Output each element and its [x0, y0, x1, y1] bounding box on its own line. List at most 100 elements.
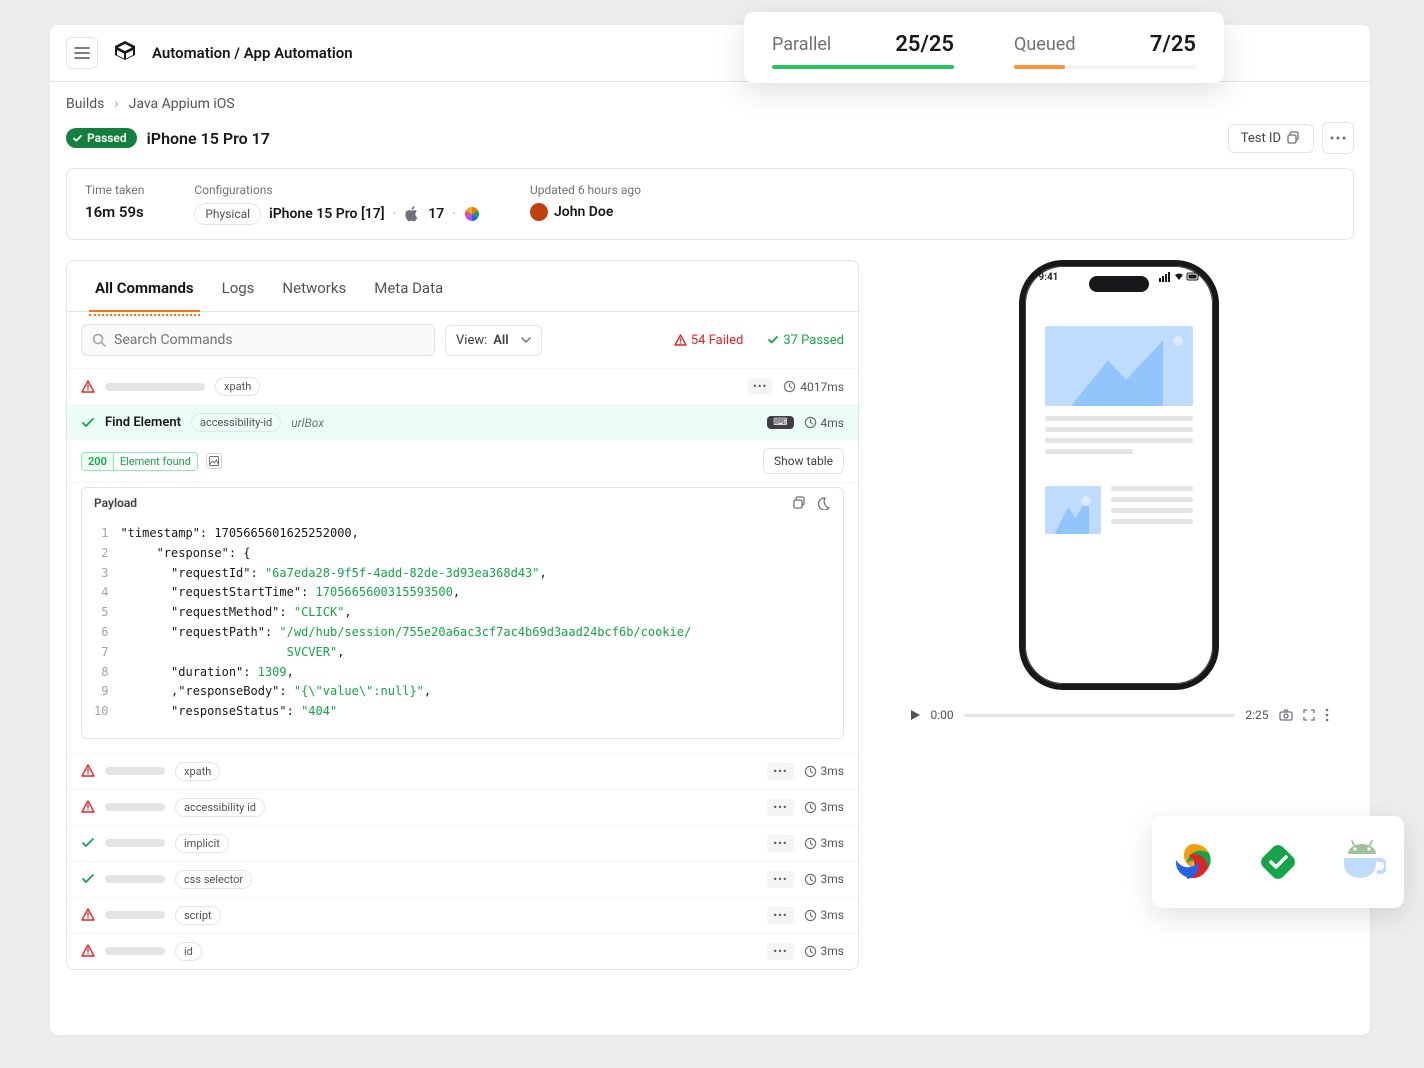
updated-label: Updated 6 hours ago: [530, 183, 641, 197]
command-row[interactable]: css selector ••• 3ms: [67, 861, 858, 897]
clock-icon: [783, 380, 796, 393]
locator-tag: script: [175, 906, 221, 925]
parallel-bar: [772, 65, 954, 69]
row-more-button[interactable]: •••: [767, 835, 793, 852]
keyboard-icon: ⌨: [767, 416, 793, 429]
locator-tag: accessibility id: [175, 798, 265, 817]
command-row[interactable]: accessibility id•••3ms: [67, 789, 858, 825]
tab-all-commands[interactable]: All Commands: [81, 261, 208, 311]
blurred-text: [105, 947, 165, 955]
locator-tag: xpath: [175, 762, 220, 781]
theme-button[interactable]: [817, 496, 831, 510]
breadcrumb: Builds › Java Appium iOS: [66, 96, 1354, 112]
row-more-button[interactable]: •••: [767, 943, 793, 960]
failed-count: 54 Failed: [674, 333, 743, 348]
row-more-button[interactable]: •••: [767, 763, 793, 780]
blurred-text: [105, 803, 165, 811]
locator-tag: accessibility-id: [191, 413, 281, 432]
image-icon[interactable]: [206, 453, 222, 469]
row-time: 3ms: [804, 872, 844, 886]
camera-icon: [1279, 709, 1293, 721]
ellipsis-vertical-icon: [1325, 708, 1329, 722]
locator-value: urlBox: [291, 416, 324, 430]
tab-metadata[interactable]: Meta Data: [360, 261, 457, 311]
command-row[interactable]: xpath•••3ms: [67, 753, 858, 789]
play-icon: [909, 709, 921, 721]
clock-icon: [804, 801, 817, 814]
user-row: John Doe: [530, 203, 641, 221]
command-row-expanded[interactable]: Find Element accessibility-id urlBox ⌨ 4…: [67, 404, 858, 440]
tab-logs[interactable]: Logs: [208, 261, 269, 311]
check-icon: [81, 872, 95, 886]
ellipsis-icon: [1330, 136, 1346, 140]
tab-networks[interactable]: Networks: [268, 261, 360, 311]
breadcrumb-root[interactable]: Builds: [66, 96, 104, 112]
copy-icon: [793, 496, 807, 510]
clock-icon: [804, 909, 817, 922]
warning-icon: [81, 764, 95, 778]
chevron-down-icon: [521, 337, 531, 343]
tool-android[interactable]: [1337, 837, 1387, 887]
config-device: iPhone 15 Pro [17]: [269, 206, 385, 222]
config-os: 17: [428, 206, 444, 222]
menu-button[interactable]: [66, 37, 98, 69]
video-more-button[interactable]: [1325, 708, 1329, 722]
row-more-button[interactable]: •••: [747, 378, 773, 395]
queued-bar: [1014, 65, 1065, 69]
locator-tag: css selector: [175, 870, 252, 889]
moon-icon: [817, 496, 831, 510]
blurred-text: [105, 383, 205, 391]
time-taken-label: Time taken: [85, 183, 144, 197]
title-row: Passed iPhone 15 Pro 17 Test ID: [66, 122, 1354, 154]
show-table-button[interactable]: Show table: [763, 448, 844, 474]
warning-icon: [81, 380, 95, 394]
tool-appium[interactable]: [1169, 837, 1219, 887]
info-card: Time taken 16m 59s Configurations Physic…: [66, 168, 1354, 240]
phone-notch: [1089, 276, 1149, 292]
tabs: All Commands Logs Networks Meta Data: [67, 261, 858, 312]
placeholder-image: [1045, 326, 1193, 406]
color-wheel-icon: [464, 206, 480, 222]
subheader: Builds › Java Appium iOS Passed iPhone 1…: [50, 82, 1370, 154]
payload-title: Payload: [94, 496, 137, 510]
row-more-button[interactable]: •••: [767, 799, 793, 816]
command-row[interactable]: implicit•••3ms: [67, 825, 858, 861]
command-row[interactable]: xpath ••• 4017ms: [67, 368, 858, 404]
apple-icon: [404, 206, 420, 222]
check-icon: [72, 133, 83, 144]
avatar: [530, 203, 548, 221]
search-icon: [92, 333, 106, 347]
physical-pill: Physical: [194, 203, 261, 225]
blurred-text: [105, 767, 165, 775]
chevron-right-icon: ›: [114, 96, 118, 112]
tool-check[interactable]: [1253, 837, 1303, 887]
command-row[interactable]: id•••3ms: [67, 933, 858, 969]
check-icon: [767, 334, 779, 346]
tools-card: [1152, 816, 1404, 908]
more-button[interactable]: [1322, 122, 1354, 154]
clock-icon: [804, 945, 817, 958]
video-total-time: 2:25: [1245, 708, 1268, 722]
header-title: Automation / App Automation: [152, 44, 353, 62]
copy-icon: [1287, 131, 1301, 145]
user-name: John Doe: [554, 204, 613, 220]
row-time: 3ms: [804, 836, 844, 850]
camera-button[interactable]: [1279, 709, 1293, 721]
view-select[interactable]: View: All: [445, 325, 542, 356]
row-more-button[interactable]: •••: [767, 907, 793, 924]
signal-wifi-battery-icon: [1159, 272, 1199, 282]
video-progress[interactable]: [964, 714, 1236, 717]
test-id-button[interactable]: Test ID: [1228, 124, 1314, 153]
copy-button[interactable]: [793, 496, 807, 510]
stat-parallel: Parallel 25/25: [772, 32, 954, 57]
row-more-button[interactable]: •••: [767, 871, 793, 888]
fullscreen-button[interactable]: [1303, 709, 1315, 721]
play-button[interactable]: [909, 709, 921, 721]
warning-icon: [674, 334, 687, 347]
warning-icon: [81, 944, 95, 958]
check-diamond-icon: [1256, 840, 1300, 884]
command-row[interactable]: script•••3ms: [67, 897, 858, 933]
logo: [110, 38, 140, 68]
video-current-time: 0:00: [931, 708, 954, 722]
search-input[interactable]: Search Commands: [81, 324, 435, 356]
